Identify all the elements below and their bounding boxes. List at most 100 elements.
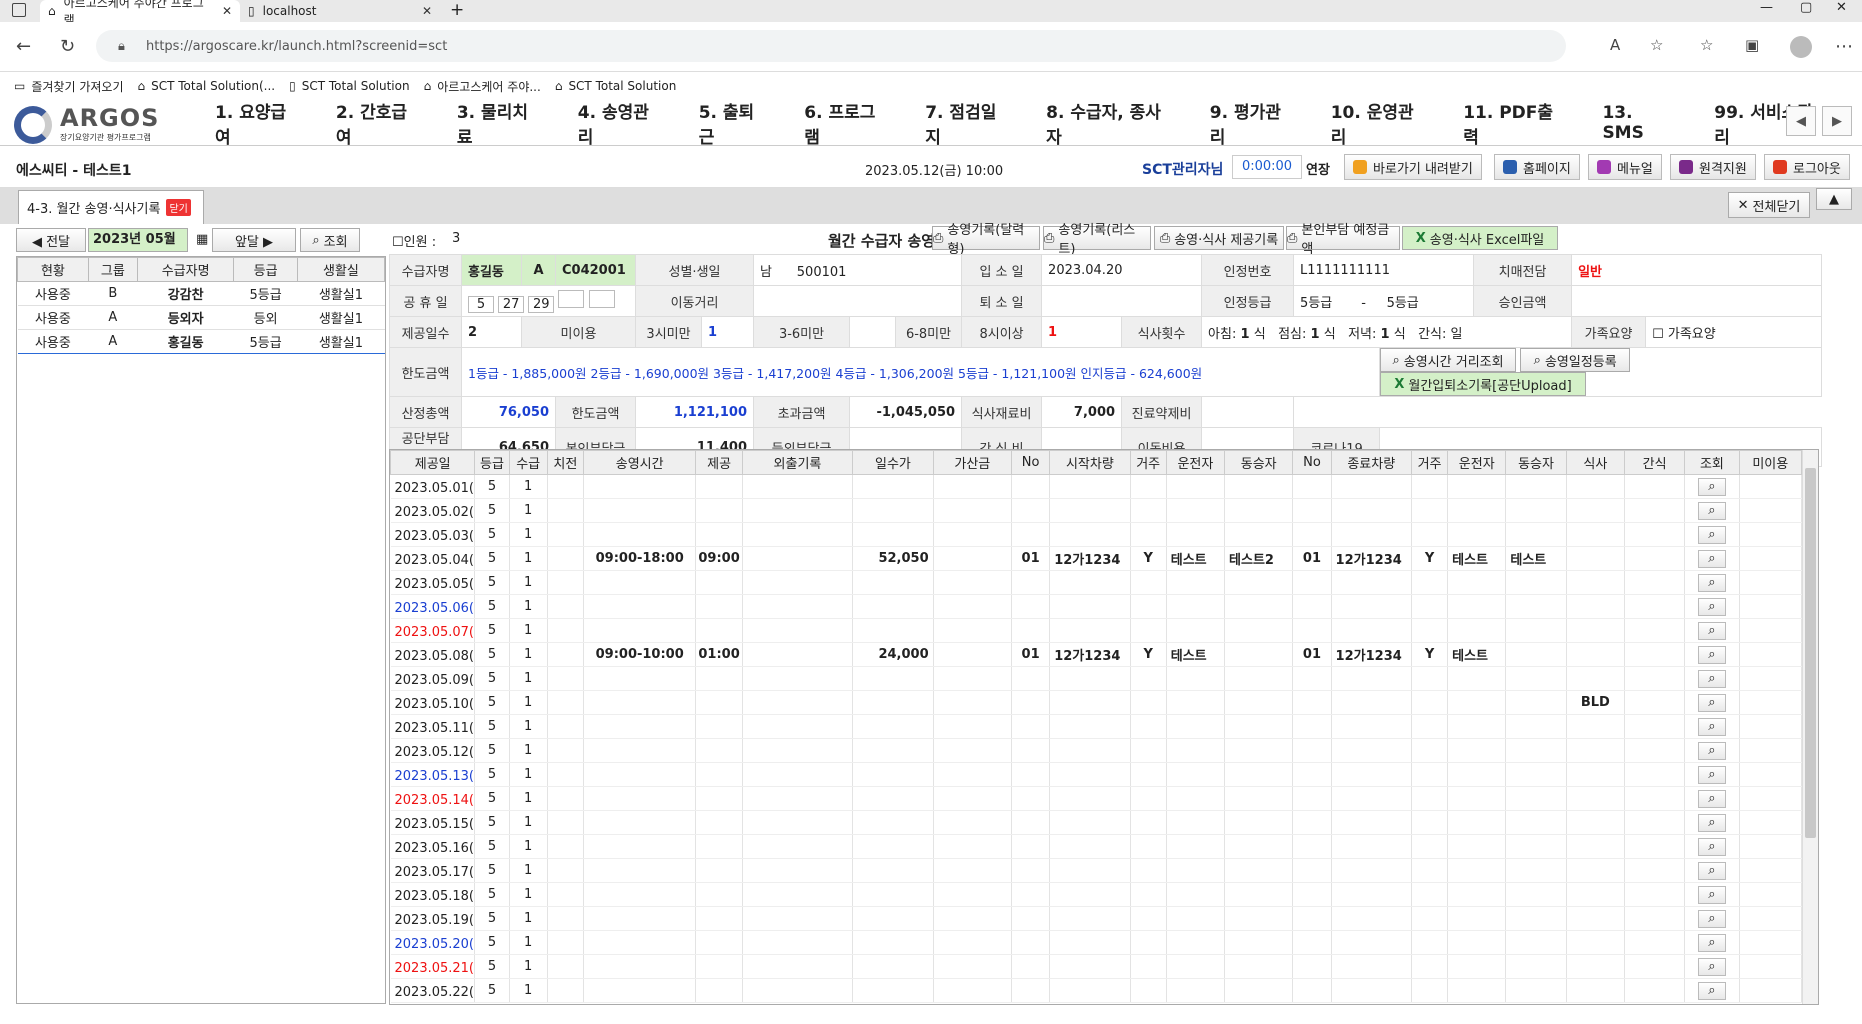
- lookup-button[interactable]: ⌕: [1697, 669, 1726, 688]
- table-cell[interactable]: [852, 930, 934, 955]
- table-cell[interactable]: [1505, 882, 1567, 907]
- lookup-button[interactable]: ⌕: [1697, 909, 1726, 928]
- table-cell[interactable]: 테스트: [1166, 642, 1226, 667]
- table-cell[interactable]: [547, 714, 584, 739]
- table-cell[interactable]: [933, 498, 1013, 523]
- table-cell[interactable]: [1739, 690, 1803, 715]
- table-cell[interactable]: [1011, 954, 1051, 979]
- table-cell[interactable]: [1624, 546, 1686, 571]
- table-cell[interactable]: [933, 570, 1013, 595]
- table-cell[interactable]: 12가1234: [1049, 546, 1131, 571]
- table-cell[interactable]: [1411, 618, 1449, 643]
- table-cell[interactable]: [1224, 666, 1294, 691]
- table-cell[interactable]: [1292, 906, 1332, 931]
- table-cell[interactable]: [1130, 522, 1167, 547]
- table-cell[interactable]: [933, 738, 1013, 763]
- lookup-button[interactable]: ⌕: [1697, 549, 1726, 568]
- table-cell[interactable]: [583, 738, 697, 763]
- table-cell[interactable]: [547, 762, 584, 787]
- lookup-button[interactable]: ⌕: [1697, 693, 1726, 712]
- table-cell[interactable]: BLD: [1566, 690, 1625, 715]
- table-cell[interactable]: [1447, 522, 1507, 547]
- table-cell[interactable]: [1739, 522, 1803, 547]
- close-window-icon[interactable]: ✕: [1836, 0, 1847, 15]
- table-cell[interactable]: [1566, 882, 1625, 907]
- table-cell[interactable]: [1411, 690, 1449, 715]
- table-cell[interactable]: [1166, 762, 1226, 787]
- table-cell[interactable]: [1739, 666, 1803, 691]
- table-cell[interactable]: [1130, 810, 1167, 835]
- table-cell[interactable]: [852, 810, 934, 835]
- table-cell[interactable]: [1049, 762, 1131, 787]
- table-cell[interactable]: [1011, 474, 1051, 499]
- table-cell[interactable]: [1224, 474, 1294, 499]
- table-cell[interactable]: [1224, 906, 1294, 931]
- table-cell[interactable]: 09:00: [695, 546, 743, 571]
- logout-button[interactable]: 로그아웃: [1764, 154, 1850, 180]
- table-cell[interactable]: [547, 810, 584, 835]
- table-cell[interactable]: [1331, 618, 1412, 643]
- table-cell[interactable]: [1739, 474, 1803, 499]
- table-cell[interactable]: [1447, 498, 1507, 523]
- table-cell[interactable]: [1624, 834, 1686, 859]
- table-cell[interactable]: [1505, 666, 1567, 691]
- table-cell[interactable]: [1292, 474, 1332, 499]
- table-cell[interactable]: [1331, 978, 1412, 1003]
- table-cell[interactable]: [1292, 618, 1332, 643]
- table-cell[interactable]: [1411, 954, 1449, 979]
- table-cell[interactable]: [1739, 594, 1803, 619]
- table-cell[interactable]: [1224, 690, 1294, 715]
- table-cell[interactable]: [1505, 522, 1567, 547]
- lookup-button[interactable]: ⌕: [1697, 717, 1726, 736]
- table-cell[interactable]: [1411, 594, 1449, 619]
- table-cell[interactable]: [1166, 690, 1226, 715]
- table-cell[interactable]: [1739, 978, 1803, 1003]
- table-cell[interactable]: [583, 882, 697, 907]
- table-cell[interactable]: [1447, 594, 1507, 619]
- table-cell[interactable]: [547, 522, 584, 547]
- table-cell[interactable]: [742, 546, 854, 571]
- nav-next-button[interactable]: ▶: [1822, 106, 1852, 136]
- table-cell[interactable]: [695, 786, 743, 811]
- table-cell[interactable]: [1166, 810, 1226, 835]
- table-cell[interactable]: [1624, 666, 1686, 691]
- table-cell[interactable]: [1224, 978, 1294, 1003]
- table-cell[interactable]: [742, 690, 854, 715]
- table-cell[interactable]: [1130, 762, 1167, 787]
- table-cell[interactable]: [1292, 738, 1332, 763]
- table-cell[interactable]: [1292, 522, 1332, 547]
- lookup-button[interactable]: ⌕: [1697, 765, 1726, 784]
- bookmark-item[interactable]: ⌂ 아르고스케어 주야...: [424, 78, 541, 95]
- table-cell[interactable]: Y: [1411, 546, 1449, 571]
- table-cell[interactable]: [1331, 474, 1412, 499]
- table-cell[interactable]: [695, 882, 743, 907]
- table-cell[interactable]: [1739, 738, 1803, 763]
- table-cell[interactable]: [742, 954, 854, 979]
- table-cell[interactable]: [1130, 570, 1167, 595]
- upload-button[interactable]: X 월간입퇴소기록[공단Upload]: [1380, 372, 1587, 396]
- back-icon[interactable]: ←: [16, 36, 31, 57]
- table-cell[interactable]: [1166, 858, 1226, 883]
- report-button[interactable]: ⎙ 본인부담 예정금액: [1286, 223, 1400, 257]
- table-cell[interactable]: [933, 858, 1013, 883]
- menu-item[interactable]: 13. SMS: [1602, 103, 1678, 143]
- table-cell[interactable]: [1447, 738, 1507, 763]
- table-cell[interactable]: [1130, 690, 1167, 715]
- table-cell[interactable]: [1411, 978, 1449, 1003]
- table-cell[interactable]: [933, 642, 1013, 667]
- table-cell[interactable]: [1224, 618, 1294, 643]
- table-cell[interactable]: [1011, 786, 1051, 811]
- table-cell[interactable]: [1411, 714, 1449, 739]
- shortcut-download-button[interactable]: 바로가기 내려받기: [1344, 154, 1482, 180]
- table-cell[interactable]: [1049, 666, 1131, 691]
- minimize-icon[interactable]: —: [1760, 0, 1773, 15]
- table-cell[interactable]: [547, 786, 584, 811]
- table-cell[interactable]: 01: [1292, 546, 1332, 571]
- table-cell[interactable]: 12가1234: [1049, 642, 1131, 667]
- table-cell[interactable]: [1130, 738, 1167, 763]
- table-cell[interactable]: [1224, 762, 1294, 787]
- table-cell[interactable]: [695, 498, 743, 523]
- table-cell[interactable]: [1505, 786, 1567, 811]
- table-cell[interactable]: [1224, 642, 1294, 667]
- distance-lookup-button[interactable]: ⌕ 송영시간 거리조회: [1380, 348, 1517, 372]
